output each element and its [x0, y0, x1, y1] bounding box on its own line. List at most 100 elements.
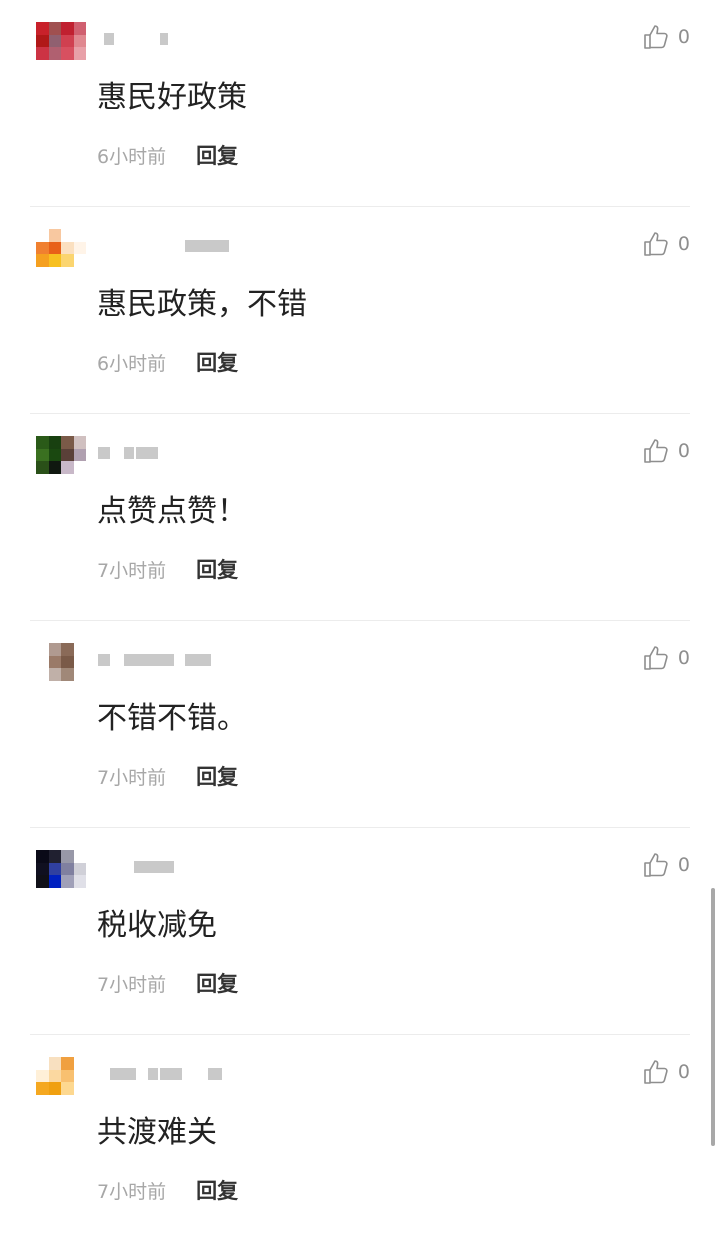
scrollbar[interactable]: [711, 888, 715, 1146]
username-blur-block: [160, 33, 168, 45]
username-blur-block: [98, 447, 110, 459]
avatar-pixel: [61, 643, 74, 656]
avatar-pixel: [36, 241, 49, 255]
comment-text: 点赞点赞！: [97, 494, 247, 529]
avatar-pixel: [73, 1057, 86, 1070]
like-button[interactable]: 0: [642, 1057, 690, 1087]
avatar-pixel: [73, 668, 86, 681]
avatar-pixel: [73, 1069, 86, 1083]
thumbs-up-icon: [642, 1058, 670, 1086]
username-blur-block: [148, 1068, 158, 1080]
avatar-pixel: [73, 643, 86, 656]
avatar-pixel: [48, 850, 61, 863]
avatar-pixel: [73, 47, 86, 60]
avatar-pixel: [73, 448, 86, 462]
like-count: 0: [677, 26, 690, 48]
avatar-pixel: [61, 668, 74, 681]
comment-text: 惠民好政策: [97, 80, 247, 115]
reply-button[interactable]: 回复: [196, 554, 238, 584]
username-blur-block: [124, 447, 134, 459]
comment-time: 7小时前: [97, 973, 167, 996]
reply-button[interactable]: 回复: [196, 761, 238, 791]
comment-item: 0 点赞点赞！ 7小时前 回复: [0, 414, 720, 621]
comment-time: 6小时前: [97, 352, 167, 375]
avatar-pixel: [61, 22, 74, 35]
like-count: 0: [677, 233, 690, 255]
avatar-pixel: [48, 668, 61, 681]
avatar-pixel: [36, 643, 49, 656]
comment-text: 共渡难关: [97, 1115, 217, 1150]
like-button[interactable]: 0: [642, 436, 690, 466]
avatar-pixel: [36, 436, 49, 449]
like-button[interactable]: 0: [642, 643, 690, 673]
comment-item: 0 惠民政策，不错 6小时前 回复: [0, 207, 720, 414]
like-count: 0: [677, 854, 690, 876]
avatar-pixel: [48, 22, 61, 35]
avatar-pixel: [61, 229, 74, 242]
comment-time: 7小时前: [97, 766, 167, 789]
avatar-pixel: [36, 229, 49, 242]
like-button[interactable]: 0: [642, 850, 690, 880]
comment-meta: 6小时前 回复: [97, 140, 238, 170]
avatar-pixel: [36, 448, 49, 462]
username-blur-block: [134, 861, 174, 873]
avatar-pixel: [73, 850, 86, 863]
avatar-pixel: [73, 34, 86, 48]
avatar-pixel: [61, 241, 74, 255]
comment-item: 0 不错不错。 7小时前 回复: [0, 621, 720, 828]
avatar-pixel: [48, 875, 61, 888]
username-blur-block: [208, 1068, 222, 1080]
avatar-pixel: [36, 1069, 49, 1083]
avatar-pixel: [48, 229, 61, 242]
comment-text: 税收减免: [97, 908, 217, 943]
avatar-pixel: [36, 875, 49, 888]
like-button[interactable]: 0: [642, 229, 690, 259]
avatar[interactable]: [36, 1057, 86, 1095]
username-blur-block: [98, 654, 110, 666]
avatar-pixel: [61, 461, 74, 474]
avatar-pixel: [48, 34, 61, 48]
like-count: 0: [677, 647, 690, 669]
avatar-pixel: [36, 22, 49, 35]
avatar-pixel: [36, 47, 49, 60]
comment-meta: 7小时前 回复: [97, 554, 238, 584]
avatar[interactable]: [36, 436, 86, 474]
avatar-pixel: [73, 862, 86, 876]
avatar-pixel: [48, 47, 61, 60]
avatar-pixel: [48, 241, 61, 255]
avatar-pixel: [48, 1082, 61, 1095]
comment-meta: 6小时前 回复: [97, 347, 238, 377]
reply-button[interactable]: 回复: [196, 968, 238, 998]
comment-item: 0 税收减免 7小时前 回复: [0, 828, 720, 1035]
avatar-pixel: [61, 655, 74, 669]
reply-button[interactable]: 回复: [196, 1175, 238, 1205]
avatar-pixel: [48, 1069, 61, 1083]
thumbs-up-icon: [642, 437, 670, 465]
comment-time: 7小时前: [97, 559, 167, 582]
avatar-pixel: [36, 862, 49, 876]
avatar-pixel: [36, 668, 49, 681]
avatar[interactable]: [36, 643, 86, 681]
like-button[interactable]: 0: [642, 22, 690, 52]
reply-button[interactable]: 回复: [196, 347, 238, 377]
avatar-pixel: [61, 254, 74, 267]
comment-time: 7小时前: [97, 1180, 167, 1203]
avatar-pixel: [73, 254, 86, 267]
avatar-pixel: [61, 436, 74, 449]
avatar-pixel: [73, 461, 86, 474]
thumbs-up-icon: [642, 23, 670, 51]
thumbs-up-icon: [642, 644, 670, 672]
avatar-pixel: [73, 436, 86, 449]
avatar[interactable]: [36, 850, 86, 888]
avatar[interactable]: [36, 22, 86, 60]
avatar-pixel: [73, 875, 86, 888]
comment-meta: 7小时前 回复: [97, 761, 238, 791]
avatar-pixel: [61, 875, 74, 888]
avatar-pixel: [48, 436, 61, 449]
avatar[interactable]: [36, 229, 86, 267]
reply-button[interactable]: 回复: [196, 140, 238, 170]
avatar-pixel: [73, 229, 86, 242]
username-blur-block: [136, 447, 158, 459]
comment-meta: 7小时前 回复: [97, 968, 238, 998]
avatar-pixel: [73, 22, 86, 35]
